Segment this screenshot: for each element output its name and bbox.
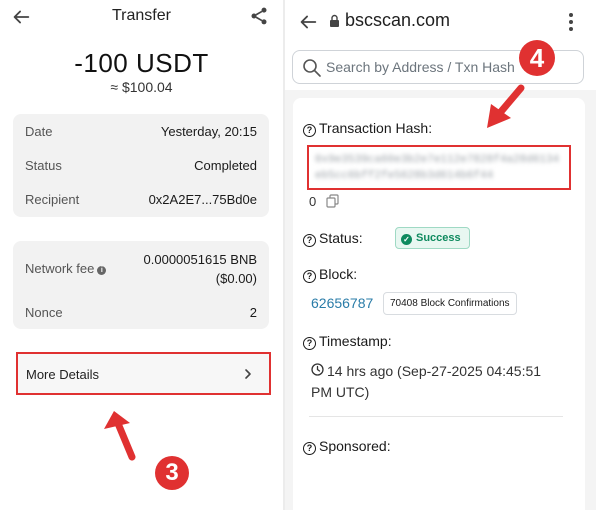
tx-hash-label-row: ? Transaction Hash: [303, 120, 432, 137]
page-title: Transfer [112, 7, 171, 24]
fee-value-usd: ($0.00) [215, 271, 257, 286]
step-badge: 4 [519, 40, 555, 76]
status-label-row: ? Status: [303, 230, 363, 247]
info-icon[interactable]: i [97, 266, 107, 275]
search-icon [303, 59, 321, 77]
detail-key: Nonce [25, 305, 63, 320]
status-value: Success [416, 232, 461, 244]
wallet-panel: Transfer -100 USDT ≈ $100.04 Date Yester… [0, 0, 283, 510]
step-badge: 3 [155, 456, 189, 490]
block-confirmations-badge: 70408 Block Confirmations [383, 292, 517, 315]
question-icon[interactable]: ? [303, 124, 316, 137]
tx-hash-label: Transaction Hash: [319, 120, 433, 136]
block-number-link[interactable]: 62656787 [311, 295, 373, 311]
share-icon[interactable] [249, 6, 269, 26]
question-icon[interactable]: ? [303, 234, 316, 247]
sponsored-label: Sponsored: [319, 438, 391, 454]
pointer-arrow-icon [104, 411, 136, 461]
more-vert-icon[interactable] [564, 11, 578, 33]
lock-icon [330, 14, 339, 27]
detail-key: Network fee [25, 261, 95, 276]
fee-value: 0.0000051615 BNB ($0.00) [144, 250, 257, 288]
detail-value: 2 [249, 305, 257, 320]
block-label-row: ? Block: [303, 266, 357, 283]
timestamp-label-row: ? Timestamp: [303, 333, 392, 350]
sponsored-label-row: ? Sponsored: [303, 438, 391, 455]
fee-card: Network fee i 0.0000051615 BNB ($0.00) No… [13, 241, 269, 329]
address-bar-url[interactable]: bscscan.com [345, 10, 450, 31]
copy-icon[interactable] [326, 194, 339, 208]
pointer-arrow-icon [487, 84, 525, 128]
recipient-address[interactable]: 0x2A2E7...75Bd0e [149, 192, 257, 207]
detail-key: Recipient [25, 192, 80, 207]
status-badge: ✓ Success [395, 227, 470, 249]
question-icon[interactable]: ? [303, 442, 316, 455]
section-divider [309, 416, 563, 417]
transfer-details-card: Date Yesterday, 20:15 Status Completed R… [13, 114, 269, 217]
block-label: Block: [319, 266, 358, 282]
detail-key: Date [25, 124, 53, 139]
detail-value: Completed [194, 158, 257, 173]
detail-value: Yesterday, 20:15 [160, 124, 257, 139]
fee-key-wrap: Network fee i [25, 261, 107, 276]
question-icon[interactable]: ? [303, 270, 316, 283]
wallet-header: Transfer [0, 0, 283, 34]
status-label: Status: [319, 230, 363, 246]
fee-value-bnb: 0.0000051615 BNB [143, 252, 257, 267]
browser-panel: bscscan.com ?Transaction Hash: 0x9e3539c… [285, 0, 596, 510]
timestamp-label: Timestamp: [319, 333, 392, 349]
check-circle-icon: ✓ [401, 234, 412, 245]
detail-key: Status [25, 158, 62, 173]
chevron-right-icon [245, 369, 251, 379]
tx-hash-value[interactable]: 0x9e3539ca60e3b2e7e112e7828f4a28d6134eb5… [315, 152, 565, 184]
transfer-amount: -100 USDT [74, 48, 209, 78]
question-icon[interactable]: ? [303, 337, 316, 350]
transfer-amount-usd: ≈ $100.04 [110, 79, 173, 95]
back-arrow-icon[interactable] [297, 11, 319, 33]
more-details-label: More Details [26, 367, 99, 382]
copy-count: 0 [309, 194, 317, 209]
tx-hash-highlight: 0x9e3539ca60e3b2e7e112e7828f4a28d6134eb5… [307, 145, 571, 190]
timestamp-value: 14 hrs ago (Sep-27-2025 04:45:51 PM UTC) [311, 363, 542, 400]
more-details-button[interactable]: More Details [16, 352, 271, 395]
